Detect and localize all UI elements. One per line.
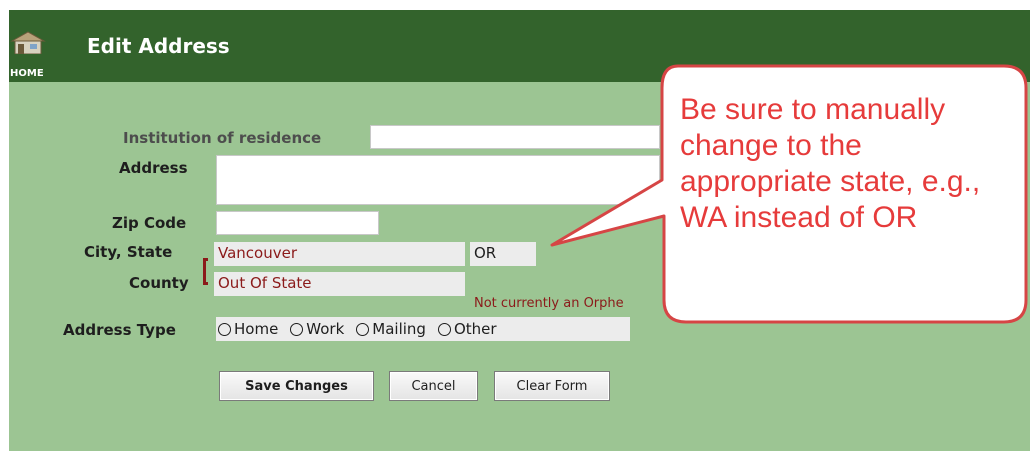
callout-text: Be sure to manually change to the approp…	[680, 93, 981, 234]
